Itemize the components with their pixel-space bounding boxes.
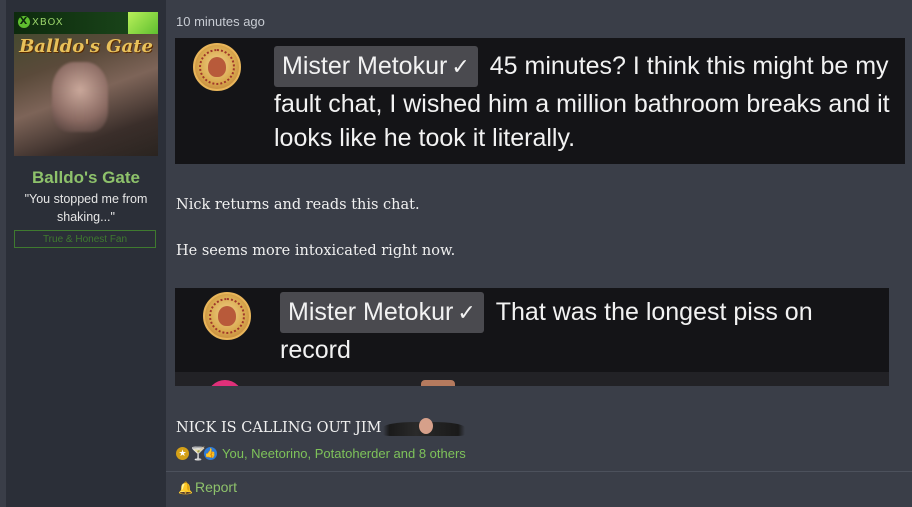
post-text-line: NICK IS CALLING OUT JIM [176, 418, 466, 436]
post-timestamp[interactable]: 10 minutes ago [176, 14, 265, 29]
bell-icon: 🔔 [178, 481, 193, 495]
chat-message-1: Mister Metokur ✓ 45 minutes? I think this … [274, 46, 894, 155]
username-link[interactable]: Balldo's Gate [6, 168, 166, 188]
chat-screenshot-1[interactable]: Mister Metokur ✓ 45 minutes? I think this … [175, 38, 905, 164]
user-avatar[interactable]: X XBOX Balldo's Gate [14, 12, 158, 156]
post-text-line: Nick returns and reads this chat. [176, 197, 420, 213]
next-chat-emote-icon [421, 380, 455, 386]
verified-check-icon: ✓ [451, 54, 470, 79]
chat-author-name: Mister Metokur [288, 298, 454, 326]
avatar-badge-text: XBOX [32, 17, 64, 28]
chat-message-2: Mister Metokur ✓ That was the longest piss… [280, 292, 880, 367]
user-sidebar: X XBOX Balldo's Gate Balldo's Gate "You … [6, 0, 166, 507]
verified-check-icon: ✓ [457, 300, 476, 325]
chat-avatar-icon [203, 292, 251, 340]
avatar-title: Balldo's Gate [19, 36, 153, 57]
medal-reaction-icon: ★ [176, 447, 189, 460]
post-text: NICK IS CALLING OUT JIM [176, 420, 382, 436]
xbox-corner-icon [128, 12, 158, 34]
chat-screenshot-2[interactable]: Mister Metokur ✓ That was the longest piss… [175, 288, 889, 386]
user-banner: True & Honest Fan [14, 230, 156, 248]
post-footer-divider [166, 471, 912, 472]
post-text-line: He seems more intoxicated right now. [176, 243, 456, 259]
like-reaction-icon: 👍 [204, 447, 217, 460]
avatar-face-image [52, 62, 108, 132]
reactions-list[interactable]: You, Neetorino, Potatoherder and 8 other… [222, 446, 466, 461]
facepalm-emote-icon [383, 418, 466, 436]
cocktail-reaction-icon: 🍸 [190, 446, 207, 461]
report-label: Report [194, 479, 237, 495]
xbox-logo-icon: X [18, 16, 30, 28]
chat-avatar-icon [193, 43, 241, 91]
reactions-bar[interactable]: ★ 🍸 👍 You, Neetorino, Potatoherder and 8… [176, 446, 466, 461]
chat-author-chip: Mister Metokur ✓ [280, 292, 484, 333]
report-button[interactable]: 🔔 Report [178, 479, 237, 495]
chat-author-name: Mister Metokur [282, 52, 448, 80]
chat-author-chip: Mister Metokur ✓ [274, 46, 478, 87]
chat-next-row [175, 372, 889, 386]
user-title: "You stopped me from shaking..." [24, 192, 148, 224]
